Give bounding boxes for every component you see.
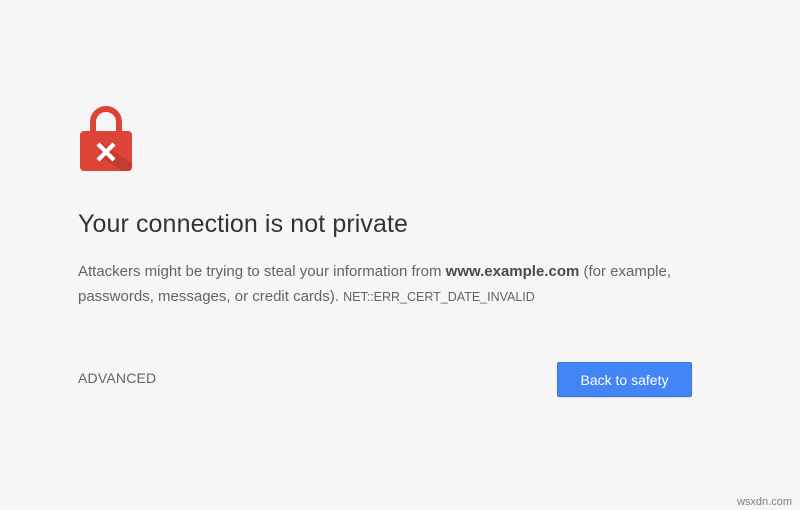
warning-message: Attackers might be trying to steal your …: [78, 259, 718, 310]
advanced-button[interactable]: ADVANCED: [78, 370, 156, 386]
watermark: wsxdn.com: [736, 496, 792, 508]
message-prefix: Attackers might be trying to steal your …: [78, 263, 446, 280]
page-title: Your connection is not private: [78, 210, 409, 238]
back-to-safety-button[interactable]: Back to safety: [557, 362, 692, 397]
domain-name: www.example.com: [445, 263, 580, 280]
privacy-error-page: Your connection is not private Attackers…: [0, 0, 800, 510]
error-code[interactable]: NET::ERR_CERT_DATE_INVALID: [343, 290, 535, 304]
lock-error-icon: [80, 106, 132, 171]
